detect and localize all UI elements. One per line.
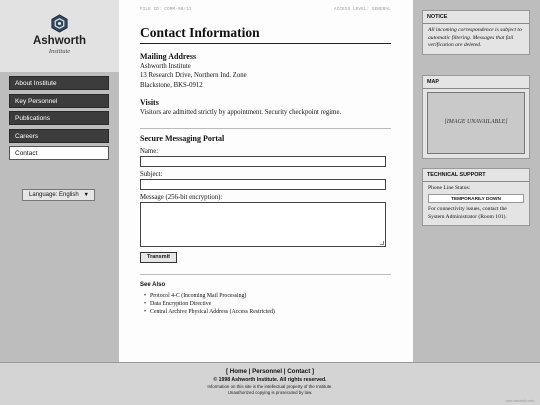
footer-links: [ Home | Personnel | Contact ]: [225, 368, 315, 375]
visits-heading: Visits: [140, 98, 159, 108]
footer-link-home[interactable]: Home: [230, 368, 247, 375]
tech-support-heading: TECHNICAL SUPPORT: [423, 169, 529, 182]
map-image-placeholder: [IMAGE UNAVAILABLE]: [427, 92, 525, 154]
chevron-down-icon: ▼: [83, 192, 89, 198]
nav-item-about[interactable]: About Institute: [9, 76, 109, 90]
hexagon-logo-icon: [51, 14, 68, 33]
mailing-address-heading: Mailing Address: [140, 52, 197, 61]
visits-text: Visitors are admitted strictly by appoin…: [140, 109, 342, 117]
map-card: MAP [IMAGE UNAVAILABLE]: [422, 75, 530, 159]
mailing-address-line-3: Blackstone, BKS-0912: [140, 81, 203, 89]
message-label: Message (256-bit encryption):: [140, 193, 223, 201]
nav-item-publications[interactable]: Publications: [9, 111, 109, 125]
phone-status-label: Phone Line Status:: [428, 185, 471, 191]
footer-link-contact[interactable]: Contact: [287, 368, 310, 375]
see-also-link[interactable]: Protocol 4-C (Incoming Mail Processing): [144, 292, 391, 300]
page-title: Contact Information: [140, 25, 391, 44]
tech-support-body: Phone Line Status: TEMPORARILY DOWN For …: [423, 182, 529, 225]
file-meta-bar: FILE ID: COMM-08/11 ACCESS LEVEL: GENERA…: [140, 0, 391, 18]
map-unavailable-text: [IMAGE UNAVAILABLE]: [444, 119, 508, 125]
mailing-address-line-1: Ashworth Institute: [140, 63, 191, 70]
portal-heading: Secure Messaging Portal: [140, 133, 225, 143]
name-label: Name:: [140, 147, 159, 155]
section-divider: [140, 273, 391, 275]
see-also-list: Protocol 4-C (Incoming Mail Processing) …: [140, 292, 391, 316]
section-divider: [140, 127, 391, 129]
right-sidebar: NOTICE All incoming correspondence is su…: [413, 0, 540, 362]
resize-grip-icon[interactable]: [380, 240, 384, 245]
status-badge: TEMPORARILY DOWN: [428, 194, 524, 204]
see-also-heading: See Also: [140, 281, 166, 288]
file-id-text: FILE ID: COMM-08/11: [140, 8, 192, 12]
see-also-section: See Also Protocol 4-C (Incoming Mail Pro…: [140, 282, 391, 316]
message-textarea[interactable]: [140, 201, 386, 247]
transmit-button[interactable]: Transmit: [140, 251, 177, 263]
left-sidebar: Ashworth Institute About Institute Key P…: [0, 0, 119, 362]
sidebar-nav: About Institute Key Personnel Publicatio…: [0, 76, 119, 160]
notice-heading: NOTICE: [423, 11, 529, 24]
language-select[interactable]: Language: English ▼: [22, 189, 95, 201]
access-level-text: ACCESS LEVEL: GENERAL: [334, 8, 391, 12]
watermark-text: www.ashworth.edu: [505, 399, 534, 403]
see-also-link[interactable]: Central Archive Physical Address (Access…: [144, 308, 391, 316]
footer: [ Home | Personnel | Contact ] © 1998 As…: [0, 362, 540, 405]
notice-text: All incoming correspondence is subject t…: [428, 27, 522, 49]
logo[interactable]: Ashworth Institute: [0, 0, 119, 72]
subject-label: Subject:: [140, 170, 163, 178]
tech-support-card: TECHNICAL SUPPORT Phone Line Status: TEM…: [422, 168, 530, 227]
map-heading: MAP: [423, 76, 529, 89]
logo-subtitle: Institute: [48, 48, 71, 55]
name-input[interactable]: [140, 155, 386, 167]
language-select-label: Language: English: [29, 192, 79, 198]
see-also-link[interactable]: Data Encryption Directive: [144, 300, 391, 308]
nav-item-contact[interactable]: Contact: [9, 146, 109, 160]
legal-text-2: Unauthorized copying is prosecuted by la…: [227, 389, 313, 395]
nav-item-key-personnel[interactable]: Key Personnel: [9, 93, 109, 108]
copyright-text: © 1998 Ashworth Institute. All rights re…: [213, 377, 327, 383]
main-content: FILE ID: COMM-08/11 ACCESS LEVEL: GENERA…: [119, 0, 413, 362]
tech-support-text: For connectivity issues, contact the Sys…: [428, 206, 507, 220]
logo-name: Ashworth: [32, 35, 87, 47]
footer-link-personnel[interactable]: Personnel: [252, 368, 282, 375]
subject-input[interactable]: [140, 178, 386, 190]
mailing-address-line-2: 13 Research Drive, Northern Ind. Zone: [140, 72, 247, 80]
notice-card: NOTICE All incoming correspondence is su…: [422, 10, 530, 55]
nav-item-careers[interactable]: Careers: [9, 128, 109, 143]
